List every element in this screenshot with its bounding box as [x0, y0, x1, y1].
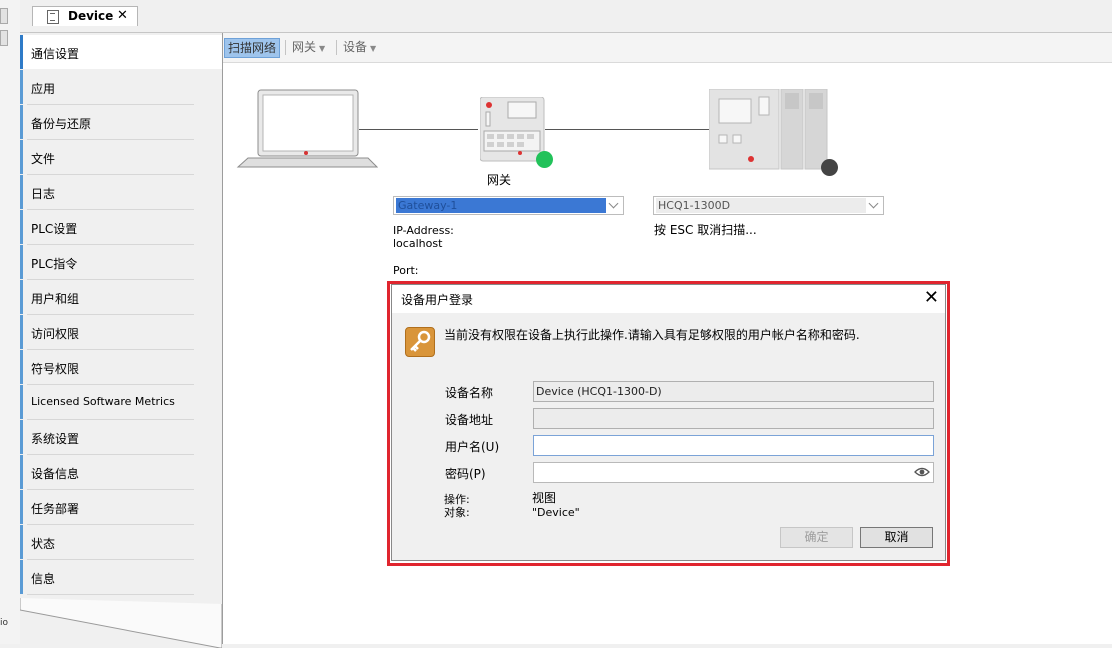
sidebar-item-files[interactable]: 文件: [20, 140, 222, 175]
sidebar-item-label: 符号权限: [31, 362, 80, 376]
password-label: 密码(P): [445, 467, 486, 481]
sidebar-item-label: 状态: [31, 537, 56, 551]
sidebar-item-label: 任务部署: [31, 502, 80, 516]
button-label: 扫描网络: [228, 41, 277, 55]
key-icon: [405, 327, 435, 357]
dialog-message: 当前没有权限在设备上执行此操作.请输入具有足够权限的用户帐户名称和密码.: [444, 328, 860, 342]
sidebar-item-comm-settings[interactable]: 通信设置: [20, 35, 222, 69]
chevron-down-icon: ▼: [370, 44, 377, 53]
ip-address-label: IP-Address:: [393, 224, 454, 237]
show-password-eye-icon[interactable]: [914, 466, 930, 478]
device-menu-button[interactable]: 设备 ▼: [343, 38, 376, 56]
sidebar-item-log[interactable]: 日志: [20, 175, 222, 210]
collapse-handle[interactable]: [0, 30, 8, 46]
sidebar-item-label: 通信设置: [31, 47, 80, 61]
password-field-group: [533, 462, 934, 483]
sidebar-item-label: 系统设置: [31, 432, 80, 446]
connection-line: [359, 129, 478, 130]
sidebar-item-label: 用户和组: [31, 292, 80, 306]
operation-label: 操作:: [444, 493, 470, 506]
sidebar-item-label: 访问权限: [31, 327, 80, 341]
sidebar-item-label: 应用: [31, 82, 56, 96]
scan-hint: 按 ESC 取消扫描...: [654, 223, 757, 237]
object-label: 对象:: [444, 506, 470, 519]
sidebar-item-label: 信息: [31, 572, 56, 586]
device-address-field: [533, 408, 934, 429]
sidebar-item-device-info[interactable]: 设备信息: [20, 455, 222, 490]
username-label: 用户名(U): [445, 440, 500, 454]
chevron-down-icon: ▼: [319, 44, 326, 53]
object-value: "Device": [532, 506, 580, 519]
device-status-indicator: [821, 159, 838, 176]
password-input[interactable]: [533, 462, 934, 483]
plc-device-icon: [709, 89, 828, 170]
sidebar-item-backup-restore[interactable]: 备份与还原: [20, 105, 222, 140]
username-input[interactable]: [533, 435, 934, 456]
sidebar-item-users-groups[interactable]: 用户和组: [20, 280, 222, 315]
computer-laptop-icon: [236, 89, 378, 168]
connection-line: [545, 129, 709, 130]
tab-title: Device: [68, 9, 114, 23]
operation-value: 视图: [532, 491, 557, 505]
toolbar-divider: [285, 40, 286, 55]
sidebar-item-task-deployment[interactable]: 任务部署: [20, 490, 222, 525]
editor-tab-bar: Device ✕: [20, 0, 1112, 33]
dialog-title-bar: 设备用户登录 ✕: [392, 285, 945, 313]
gateway-menu-button[interactable]: 网关 ▼: [292, 38, 325, 56]
device-doc-icon: [47, 10, 59, 24]
edge-text-fragment: io: [0, 618, 9, 628]
sidebar-item-application[interactable]: 应用: [20, 70, 222, 105]
chevron-down-icon: [868, 198, 879, 209]
sidebar-item-information[interactable]: 信息: [20, 560, 222, 595]
gateway-select[interactable]: Gateway-1: [393, 196, 624, 215]
ok-button[interactable]: 确定: [780, 527, 853, 548]
ip-address-value: localhost: [393, 237, 443, 250]
sidebar-item-label: PLC指令: [31, 257, 78, 271]
tab-device[interactable]: Device ✕: [32, 6, 138, 26]
sidebar-item-label: Licensed Software Metrics: [31, 395, 175, 408]
sidebar-page-curl-decoration: [20, 598, 222, 648]
device-select[interactable]: HCQ1-1300D: [653, 196, 884, 215]
device-address-label: 设备地址: [445, 413, 494, 427]
scan-network-button[interactable]: 扫描网络: [224, 38, 281, 58]
sidebar-item-plc-settings[interactable]: PLC设置: [20, 210, 222, 245]
sidebar: 通信设置 应用 备份与还原 文件 日志 PLC设置 PLC指令 用户和组 访问权…: [20, 33, 222, 648]
sidebar-item-plc-commands[interactable]: PLC指令: [20, 245, 222, 280]
sidebar-item-access-rights[interactable]: 访问权限: [20, 315, 222, 350]
gateway-status-indicator: [536, 151, 553, 168]
toolbar-divider: [336, 40, 337, 55]
device-name-field: Device (HCQ1-1300-D): [533, 381, 934, 402]
tab-close-icon[interactable]: ✕: [117, 8, 128, 23]
sidebar-item-status[interactable]: 状态: [20, 525, 222, 560]
device-user-login-dialog: 设备用户登录 ✕ 当前没有权限在设备上执行此操作.请输入具有足够权限的用户帐户名…: [391, 284, 946, 561]
left-edge-strip: io: [0, 0, 21, 644]
port-label: Port:: [393, 264, 419, 277]
sidebar-item-licensed-software-metrics[interactable]: Licensed Software Metrics: [20, 385, 222, 420]
gateway-label: 网关: [487, 173, 512, 187]
sidebar-item-label: 设备信息: [31, 467, 80, 481]
collapse-handle[interactable]: [0, 8, 8, 24]
button-label: 设备: [343, 40, 368, 54]
sidebar-item-symbol-rights[interactable]: 符号权限: [20, 350, 222, 385]
button-label: 网关: [292, 40, 317, 54]
sidebar-item-label: PLC设置: [31, 222, 78, 236]
scan-toolbar: 扫描网络 网关 ▼ 设备 ▼: [223, 33, 1112, 63]
device-select-value: HCQ1-1300D: [656, 198, 866, 213]
close-icon[interactable]: ✕: [924, 287, 939, 308]
sidebar-item-label: 备份与还原: [31, 117, 92, 131]
gateway-select-value: Gateway-1: [396, 198, 606, 213]
chevron-down-icon: [608, 198, 619, 209]
device-name-label: 设备名称: [445, 386, 494, 400]
sidebar-item-label: 日志: [31, 187, 56, 201]
sidebar-item-system-settings[interactable]: 系统设置: [20, 420, 222, 455]
dialog-title: 设备用户登录: [401, 293, 474, 307]
cancel-button[interactable]: 取消: [860, 527, 933, 548]
sidebar-item-label: 文件: [31, 152, 56, 166]
